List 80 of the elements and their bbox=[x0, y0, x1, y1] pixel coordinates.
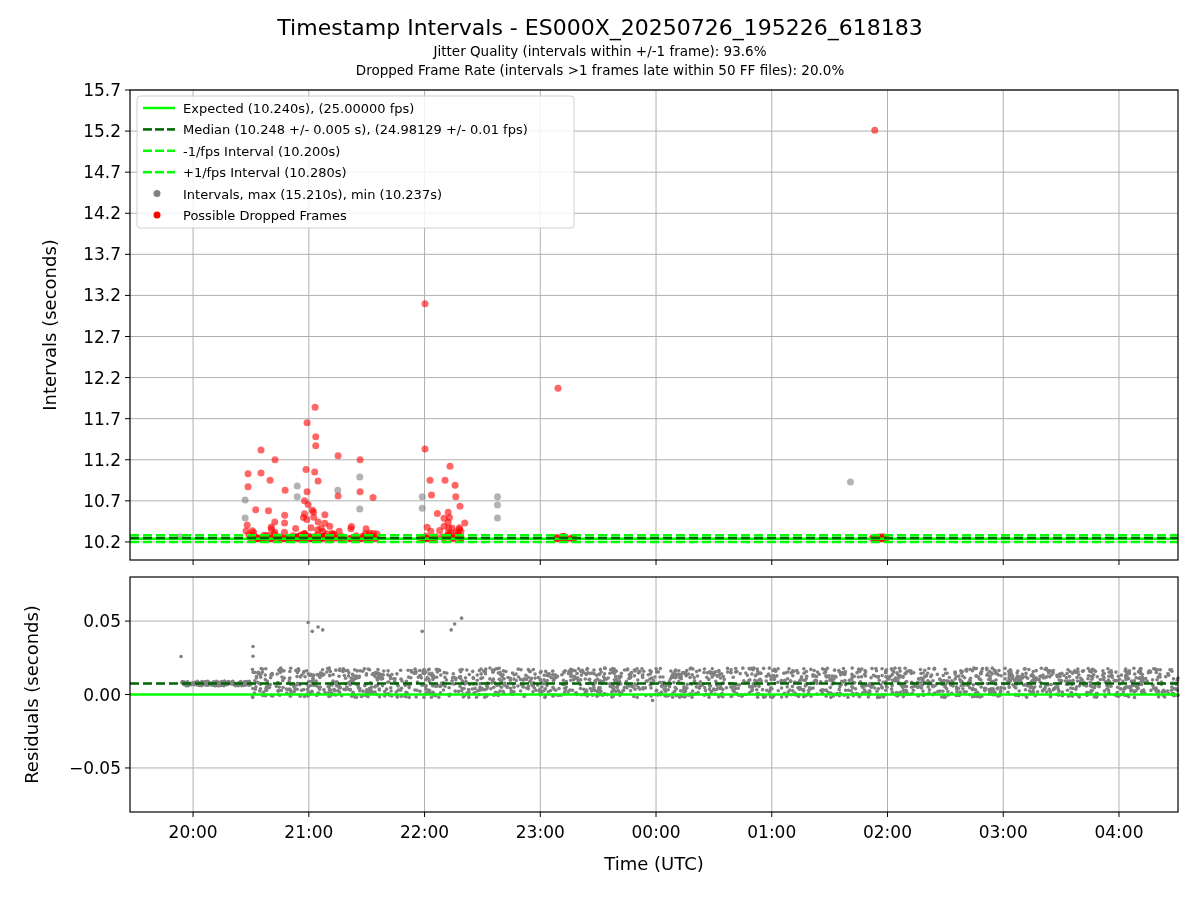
data-point bbox=[303, 488, 311, 496]
x-tick-label: 03:00 bbox=[978, 822, 1028, 842]
x-tick-label: 23:00 bbox=[515, 822, 565, 842]
x-axis-label: Time (UTC) bbox=[604, 853, 704, 874]
x-tick-label: 21:00 bbox=[284, 822, 334, 842]
point-cluster bbox=[416, 502, 469, 543]
data-point bbox=[356, 473, 364, 481]
x-tick-label: 22:00 bbox=[400, 822, 450, 842]
data-point bbox=[846, 478, 854, 486]
x-tick-label: 00:00 bbox=[631, 822, 681, 842]
data-point bbox=[459, 616, 464, 620]
figure-subtitle: Jitter Quality (intervals within +/-1 frame): 93.6% bbox=[433, 42, 767, 61]
y-tick-label: −0.05 bbox=[68, 757, 121, 778]
data-point bbox=[356, 505, 364, 513]
data-point bbox=[421, 300, 429, 308]
x-tick-label: 20:00 bbox=[168, 822, 218, 842]
y-tick-label: 11.7 bbox=[83, 408, 121, 429]
data-point bbox=[446, 462, 454, 470]
data-point bbox=[493, 514, 501, 522]
data-point bbox=[452, 493, 460, 501]
data-point bbox=[871, 126, 879, 134]
point-cluster bbox=[553, 532, 578, 543]
legend-label: Expected (10.240s), (25.00000 fps) bbox=[183, 101, 415, 116]
y-tick-label: 12.7 bbox=[83, 326, 121, 347]
data-point bbox=[334, 452, 342, 460]
y-tick-label: 10.7 bbox=[83, 490, 121, 511]
data-point bbox=[293, 482, 301, 490]
legend-label: Intervals, max (15.210s), min (10.237s) bbox=[183, 186, 442, 202]
data-point bbox=[303, 419, 311, 427]
data-point bbox=[441, 476, 449, 484]
figure-title: Timestamp Intervals - ES000X_20250726_195226_618183 bbox=[277, 14, 923, 42]
y-tick-label: 13.2 bbox=[83, 285, 121, 306]
data-point bbox=[271, 456, 279, 464]
point-cluster bbox=[868, 533, 890, 543]
data-point bbox=[356, 488, 364, 496]
y-tick-label: 0.00 bbox=[83, 684, 121, 705]
y-axis-label: Intervals (seconds) bbox=[39, 239, 60, 411]
data-point bbox=[257, 446, 265, 454]
data-point bbox=[241, 514, 249, 522]
data-point bbox=[452, 622, 457, 626]
y-tick-label: 13.7 bbox=[83, 244, 121, 265]
data-point bbox=[420, 629, 425, 634]
x-tick-label: 02:00 bbox=[863, 822, 912, 842]
data-point bbox=[251, 654, 255, 659]
legend-label: +1/fps Interval (10.280s) bbox=[183, 165, 347, 181]
y-tick-label: 12.2 bbox=[83, 367, 121, 388]
y-tick-label: 14.7 bbox=[83, 162, 121, 183]
data-point bbox=[449, 628, 453, 632]
y-tick-label: 15.7 bbox=[83, 80, 121, 100]
data-point bbox=[428, 491, 435, 499]
figure-subtitle: Dropped Frame Rate (intervals >1 frames late within 50 FF files): 20.0% bbox=[355, 61, 845, 80]
y-axis-label: Residuals (seconds) bbox=[21, 605, 42, 784]
data-point bbox=[306, 620, 310, 625]
y-tick-label: 14.2 bbox=[83, 203, 121, 224]
data-point bbox=[244, 483, 252, 491]
data-point bbox=[356, 456, 364, 464]
data-point bbox=[311, 403, 319, 411]
data-point bbox=[451, 481, 459, 489]
x-tick-label: 01:00 bbox=[747, 822, 797, 842]
data-point bbox=[369, 494, 377, 502]
data-point bbox=[421, 445, 429, 453]
data-point bbox=[650, 698, 655, 703]
data-point bbox=[426, 476, 434, 484]
data-point bbox=[293, 493, 301, 501]
data-point bbox=[281, 486, 289, 494]
data-point bbox=[251, 644, 255, 649]
legend-label: Median (10.248 +/- 0.005 s), (24.98129 +/- 0.01 fps) bbox=[183, 122, 528, 138]
y-tick-label: 15.2 bbox=[83, 121, 121, 142]
data-point bbox=[179, 654, 183, 659]
data-point bbox=[418, 493, 426, 501]
y-tick-label: 11.2 bbox=[83, 449, 121, 470]
legend-label: -1/fps Interval (10.200s) bbox=[183, 143, 341, 159]
legend-label: Possible Dropped Frames bbox=[183, 208, 347, 223]
data-point bbox=[241, 496, 249, 504]
y-tick-label: 0.05 bbox=[83, 611, 121, 632]
data-point bbox=[554, 384, 562, 392]
data-point bbox=[244, 470, 252, 478]
x-tick-label: 04:00 bbox=[1094, 822, 1144, 842]
data-point bbox=[418, 504, 426, 512]
y-tick-label: 10.2 bbox=[83, 531, 121, 552]
